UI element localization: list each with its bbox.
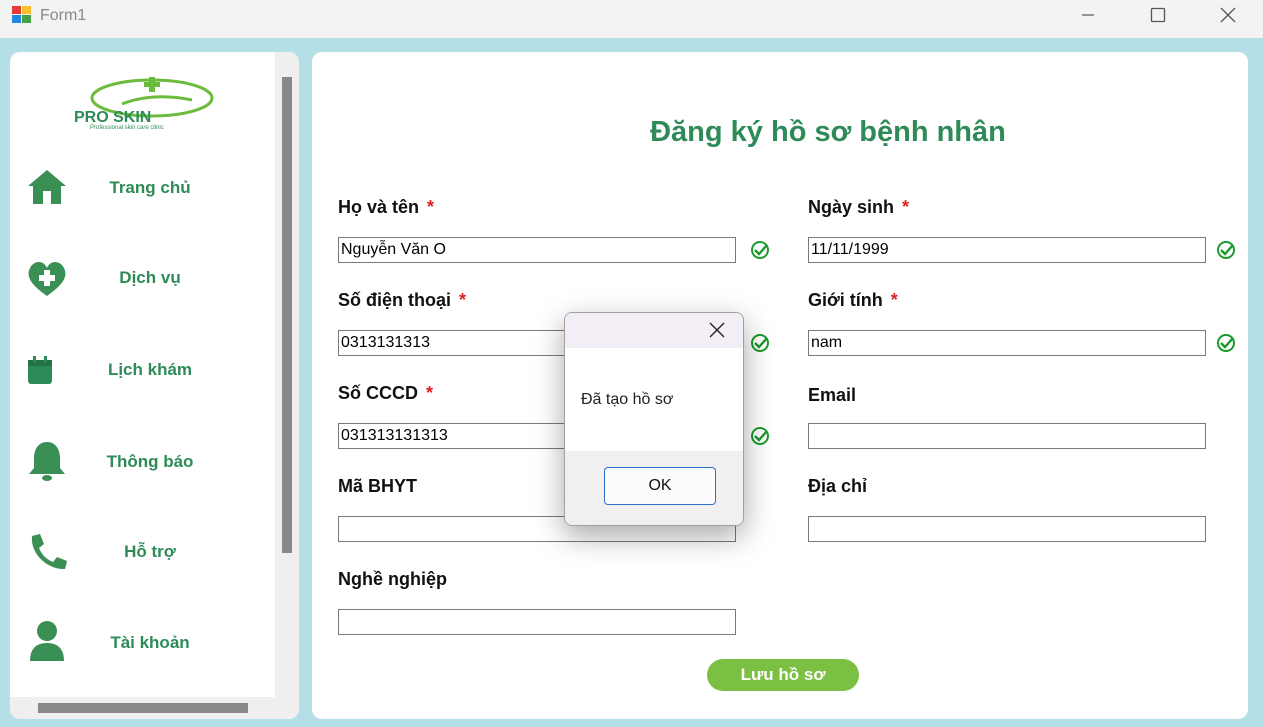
check-icon: [751, 427, 769, 445]
close-window-button[interactable]: [1205, 0, 1251, 30]
phone-icon: [31, 534, 67, 570]
logo-tagline: Professional skin care clinic: [90, 125, 164, 131]
sidebar-item-label: Dịch vụ: [119, 268, 181, 287]
birth-date-input[interactable]: 11/11/1999: [808, 237, 1206, 263]
sidebar-item-label: Trang chủ: [109, 178, 191, 197]
email-input[interactable]: [808, 423, 1206, 449]
heart-plus-icon: [28, 262, 66, 296]
occupation-input[interactable]: [338, 609, 736, 635]
logo: PRO SKIN Professional skin care clinic: [72, 74, 232, 134]
cccd-label: Số CCCD *: [338, 383, 434, 403]
bhyt-label: Mã BHYT: [338, 476, 418, 496]
gender-input[interactable]: nam: [808, 330, 1206, 356]
gender-label: Giới tính *: [808, 290, 898, 310]
window-title: Form1: [40, 7, 87, 24]
minimize-icon: [1082, 14, 1094, 16]
full-name-input[interactable]: Nguyễn Văn O: [338, 237, 736, 263]
home-icon: [28, 170, 66, 204]
logo-text: PRO SKIN: [74, 109, 151, 126]
app-icon: [12, 6, 32, 24]
required-mark: *: [459, 290, 467, 310]
sidebar: PRO SKIN Professional skin care clinic T…: [10, 52, 299, 719]
sidebar-item-label: Tài khoản: [110, 633, 190, 652]
sidebar-item-label: Hỗ trợ: [124, 542, 176, 561]
dialog-close-button[interactable]: [703, 319, 731, 341]
window-titlebar: Form1: [0, 0, 1263, 38]
occupation-label: Nghề nghiệp: [338, 569, 447, 589]
sidebar-item-home[interactable]: Trang chủ: [10, 160, 275, 220]
minimize-button[interactable]: [1065, 0, 1111, 30]
horizontal-scrollbar-thumb[interactable]: [38, 703, 248, 713]
check-icon: [1217, 334, 1235, 352]
maximize-icon: [1150, 7, 1166, 23]
user-icon: [30, 621, 64, 661]
close-icon: [1220, 7, 1236, 23]
save-profile-button[interactable]: Lưu hồ sơ: [707, 659, 859, 691]
phone-label: Số điện thoại *: [338, 290, 467, 310]
page-title: Đăng ký hồ sơ bệnh nhân: [650, 116, 1006, 148]
calendar-icon: [28, 356, 52, 384]
patient-form-panel: Đăng ký hồ sơ bệnh nhân Họ và tên * Nguyễ…: [312, 52, 1248, 719]
check-icon: [1217, 241, 1235, 259]
required-mark: *: [890, 290, 898, 310]
required-mark: *: [902, 197, 910, 217]
required-mark: *: [427, 197, 435, 217]
check-icon: [751, 334, 769, 352]
close-icon: [709, 322, 725, 338]
ok-button[interactable]: OK: [604, 467, 716, 505]
required-mark: *: [426, 383, 434, 403]
bell-icon: [29, 442, 65, 481]
sidebar-item-notifications[interactable]: Thông báo: [10, 434, 275, 494]
sidebar-item-support[interactable]: Hỗ trợ: [10, 524, 275, 584]
address-input[interactable]: [808, 516, 1206, 542]
sidebar-item-label: Thông báo: [106, 452, 194, 471]
message-dialog: Đã tạo hồ sơ OK: [564, 312, 744, 526]
birth-date-label: Ngày sinh *: [808, 197, 910, 217]
address-label: Địa chỉ: [808, 476, 868, 496]
sidebar-item-account[interactable]: Tài khoản: [10, 615, 275, 675]
sidebar-item-services[interactable]: Dịch vụ: [10, 250, 275, 310]
maximize-button[interactable]: [1135, 0, 1181, 30]
full-name-label: Họ và tên *: [338, 197, 435, 217]
sidebar-item-schedule[interactable]: Lịch khám: [10, 342, 275, 402]
dialog-message: Đã tạo hồ sơ: [581, 391, 674, 408]
email-label: Email: [808, 385, 857, 405]
sidebar-item-label: Lịch khám: [107, 360, 193, 379]
vertical-scrollbar-thumb[interactable]: [282, 77, 292, 553]
check-icon: [751, 241, 769, 259]
